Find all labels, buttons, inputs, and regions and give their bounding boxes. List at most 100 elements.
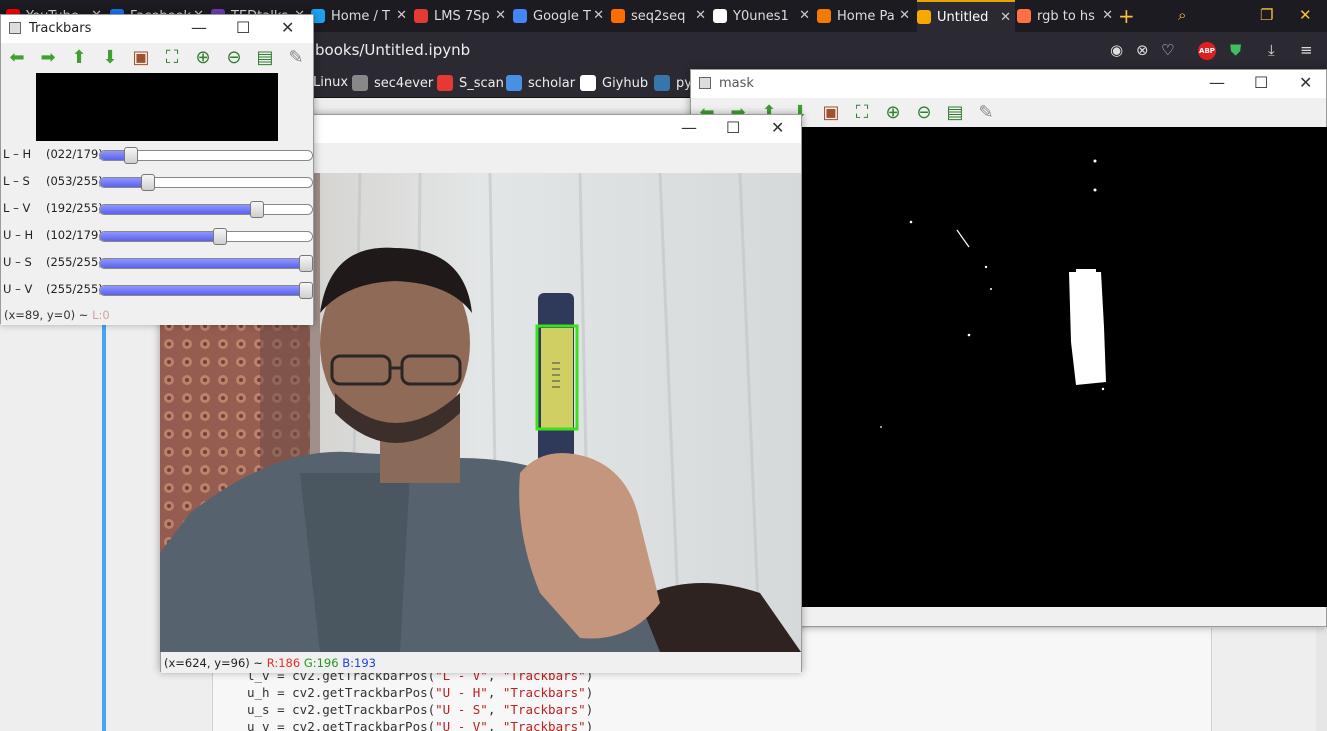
new-tab-button[interactable]: + bbox=[1118, 4, 1135, 28]
trackbar-slider[interactable] bbox=[99, 204, 313, 215]
bookmark-item[interactable]: S_scan bbox=[437, 75, 504, 91]
pan-down-icon[interactable]: ⬇ bbox=[99, 47, 121, 69]
zoom-fit-icon[interactable]: ⛶ bbox=[161, 47, 183, 69]
favorite-icon[interactable]: ♡ bbox=[1161, 41, 1174, 59]
code-line: u_v = cv2.getTrackbarPos("U - V", "Track… bbox=[247, 719, 593, 731]
browser-tab[interactable]: Y0unes1 ✕ bbox=[713, 0, 814, 32]
url-bar[interactable]: books/Untitled.ipynb bbox=[315, 41, 470, 59]
tab-close-icon[interactable]: ✕ bbox=[1102, 8, 1113, 23]
bookmark-item[interactable]: Linux bbox=[313, 75, 348, 90]
tab-label: LMS 7Sp bbox=[434, 8, 490, 24]
browser-tab[interactable]: Home / T ✕ bbox=[311, 0, 411, 32]
code-token: ) bbox=[585, 702, 594, 717]
bookmark-item[interactable]: Giyhub bbox=[580, 75, 648, 91]
pixel-coords: (x=624, y=96) ~ bbox=[164, 656, 267, 670]
tracking-protection-icon[interactable]: ⊗ bbox=[1136, 41, 1149, 59]
maximize-button[interactable]: ☐ bbox=[726, 118, 740, 137]
trackbar-knob[interactable] bbox=[213, 228, 227, 245]
adblock-icon[interactable]: ABP bbox=[1198, 42, 1216, 60]
trackbar-label: U – H (102/179) bbox=[3, 228, 103, 242]
trackbars-title: Trackbars bbox=[29, 21, 92, 36]
close-button[interactable]: ✕ bbox=[771, 118, 784, 137]
zoom-out-icon[interactable]: ⊖ bbox=[913, 102, 935, 124]
code-token: "U - H" bbox=[435, 685, 488, 700]
trackbar-knob[interactable] bbox=[299, 255, 313, 272]
trackbar-row: U – S (255/255) bbox=[1, 250, 314, 276]
frame-status-bar: (x=624, y=96) ~ R:186 G:196 B:193 bbox=[161, 653, 801, 673]
restore-window-icon[interactable]: ❐ bbox=[1260, 6, 1273, 24]
trackbars-preview bbox=[36, 73, 278, 141]
close-window-icon[interactable]: ✕ bbox=[1299, 6, 1312, 24]
bookmark-item[interactable]: sec4ever bbox=[352, 75, 433, 91]
browser-tab[interactable]: rgb to hs ✕ bbox=[1017, 0, 1117, 32]
tab-close-icon[interactable]: ✕ bbox=[593, 8, 604, 23]
tab-close-icon[interactable]: ✕ bbox=[899, 8, 910, 23]
tab-close-icon[interactable]: ✕ bbox=[1000, 10, 1011, 25]
properties-icon[interactable]: ✎ bbox=[285, 47, 307, 69]
trackbar-fill bbox=[100, 205, 258, 214]
menu-icon[interactable]: ≡ bbox=[1300, 41, 1313, 59]
zoom-original-icon[interactable]: ▣ bbox=[820, 102, 842, 124]
zoom-fit-icon[interactable]: ⛶ bbox=[851, 102, 873, 124]
trackbar-name: U – S bbox=[3, 255, 32, 269]
properties-icon[interactable]: ✎ bbox=[975, 102, 997, 124]
code-token: ) bbox=[585, 685, 594, 700]
tab-close-icon[interactable]: ✕ bbox=[495, 8, 506, 23]
download-icon[interactable]: ⤓ bbox=[1268, 41, 1275, 59]
screenshot-icon[interactable]: ◉ bbox=[1110, 41, 1123, 59]
close-button[interactable]: ✕ bbox=[281, 18, 294, 37]
zoom-original-icon[interactable]: ▣ bbox=[130, 47, 152, 69]
browser-tab[interactable]: Google T ✕ bbox=[513, 0, 608, 32]
minimize-button[interactable]: — bbox=[1209, 73, 1225, 92]
minimize-button[interactable]: — bbox=[191, 18, 207, 37]
bookmark-label: sec4ever bbox=[374, 75, 434, 91]
zoom-in-icon[interactable]: ⊕ bbox=[192, 47, 214, 69]
bookmark-item[interactable]: py bbox=[654, 75, 692, 91]
zoom-out-icon[interactable]: ⊖ bbox=[223, 47, 245, 69]
tab-close-icon[interactable]: ✕ bbox=[695, 8, 706, 23]
trackbar-slider[interactable] bbox=[99, 258, 313, 269]
trackbars-titlebar[interactable]: Trackbars — ☐ ✕ bbox=[1, 15, 313, 43]
tab-label: Home Pa bbox=[837, 8, 895, 24]
trackbar-name: L – S bbox=[3, 174, 30, 188]
trackbar-knob[interactable] bbox=[123, 147, 138, 164]
shield-icon[interactable]: ⛊ bbox=[1230, 41, 1241, 59]
tab-close-icon[interactable]: ✕ bbox=[799, 8, 810, 23]
bookmark-label: S_scan bbox=[459, 75, 504, 91]
tab-close-icon[interactable]: ✕ bbox=[396, 8, 407, 23]
pixel-r: R:186 bbox=[266, 656, 301, 670]
browser-tab[interactable]: Home Pa ✕ bbox=[817, 0, 914, 32]
browser-tab[interactable]: LMS 7Sp ✕ bbox=[414, 0, 510, 32]
pan-right-icon[interactable]: ➡ bbox=[37, 47, 59, 69]
browser-tab[interactable]: Untitled ✕ bbox=[917, 0, 1015, 32]
page-scrollbar[interactable] bbox=[1316, 628, 1327, 731]
code-token: u_v = cv2.getTrackbarPos( bbox=[247, 719, 436, 731]
mask-titlebar[interactable]: mask — ☐ ✕ bbox=[691, 70, 1326, 98]
maximize-button[interactable]: ☐ bbox=[1254, 73, 1268, 92]
code-token: , bbox=[487, 685, 503, 700]
trackbar-row: U – H (102/179) bbox=[1, 223, 314, 249]
zoom-in-icon[interactable]: ⊕ bbox=[882, 102, 904, 124]
maximize-button[interactable]: ☐ bbox=[236, 18, 250, 37]
save-icon[interactable]: ▤ bbox=[254, 47, 276, 69]
browser-tab[interactable]: seq2seq ✕ bbox=[611, 0, 710, 32]
trackbar-value: (255/255) bbox=[46, 255, 103, 269]
trackbar-row: L – S (053/255) bbox=[1, 169, 314, 195]
trackbar-slider[interactable] bbox=[99, 285, 313, 296]
trackbar-slider[interactable] bbox=[99, 231, 313, 242]
close-button[interactable]: ✕ bbox=[1299, 73, 1312, 92]
pan-up-icon[interactable]: ⬆ bbox=[68, 47, 90, 69]
bookmark-icon bbox=[654, 75, 670, 91]
minimize-button[interactable]: — bbox=[681, 118, 697, 137]
pixel-b: B:193 bbox=[342, 656, 376, 670]
trackbar-value: (255/255) bbox=[46, 282, 103, 296]
pan-left-icon[interactable]: ⬅ bbox=[6, 47, 28, 69]
trackbar-knob[interactable] bbox=[140, 174, 155, 191]
bookmark-item[interactable]: scholar bbox=[506, 75, 575, 91]
trackbar-knob[interactable] bbox=[299, 282, 313, 299]
trackbar-knob[interactable] bbox=[249, 201, 264, 218]
trackbar-slider[interactable] bbox=[99, 177, 313, 188]
code-token: "Trackbars" bbox=[502, 702, 586, 717]
save-icon[interactable]: ▤ bbox=[944, 102, 966, 124]
search-icon[interactable]: ⌕ bbox=[1178, 6, 1186, 24]
